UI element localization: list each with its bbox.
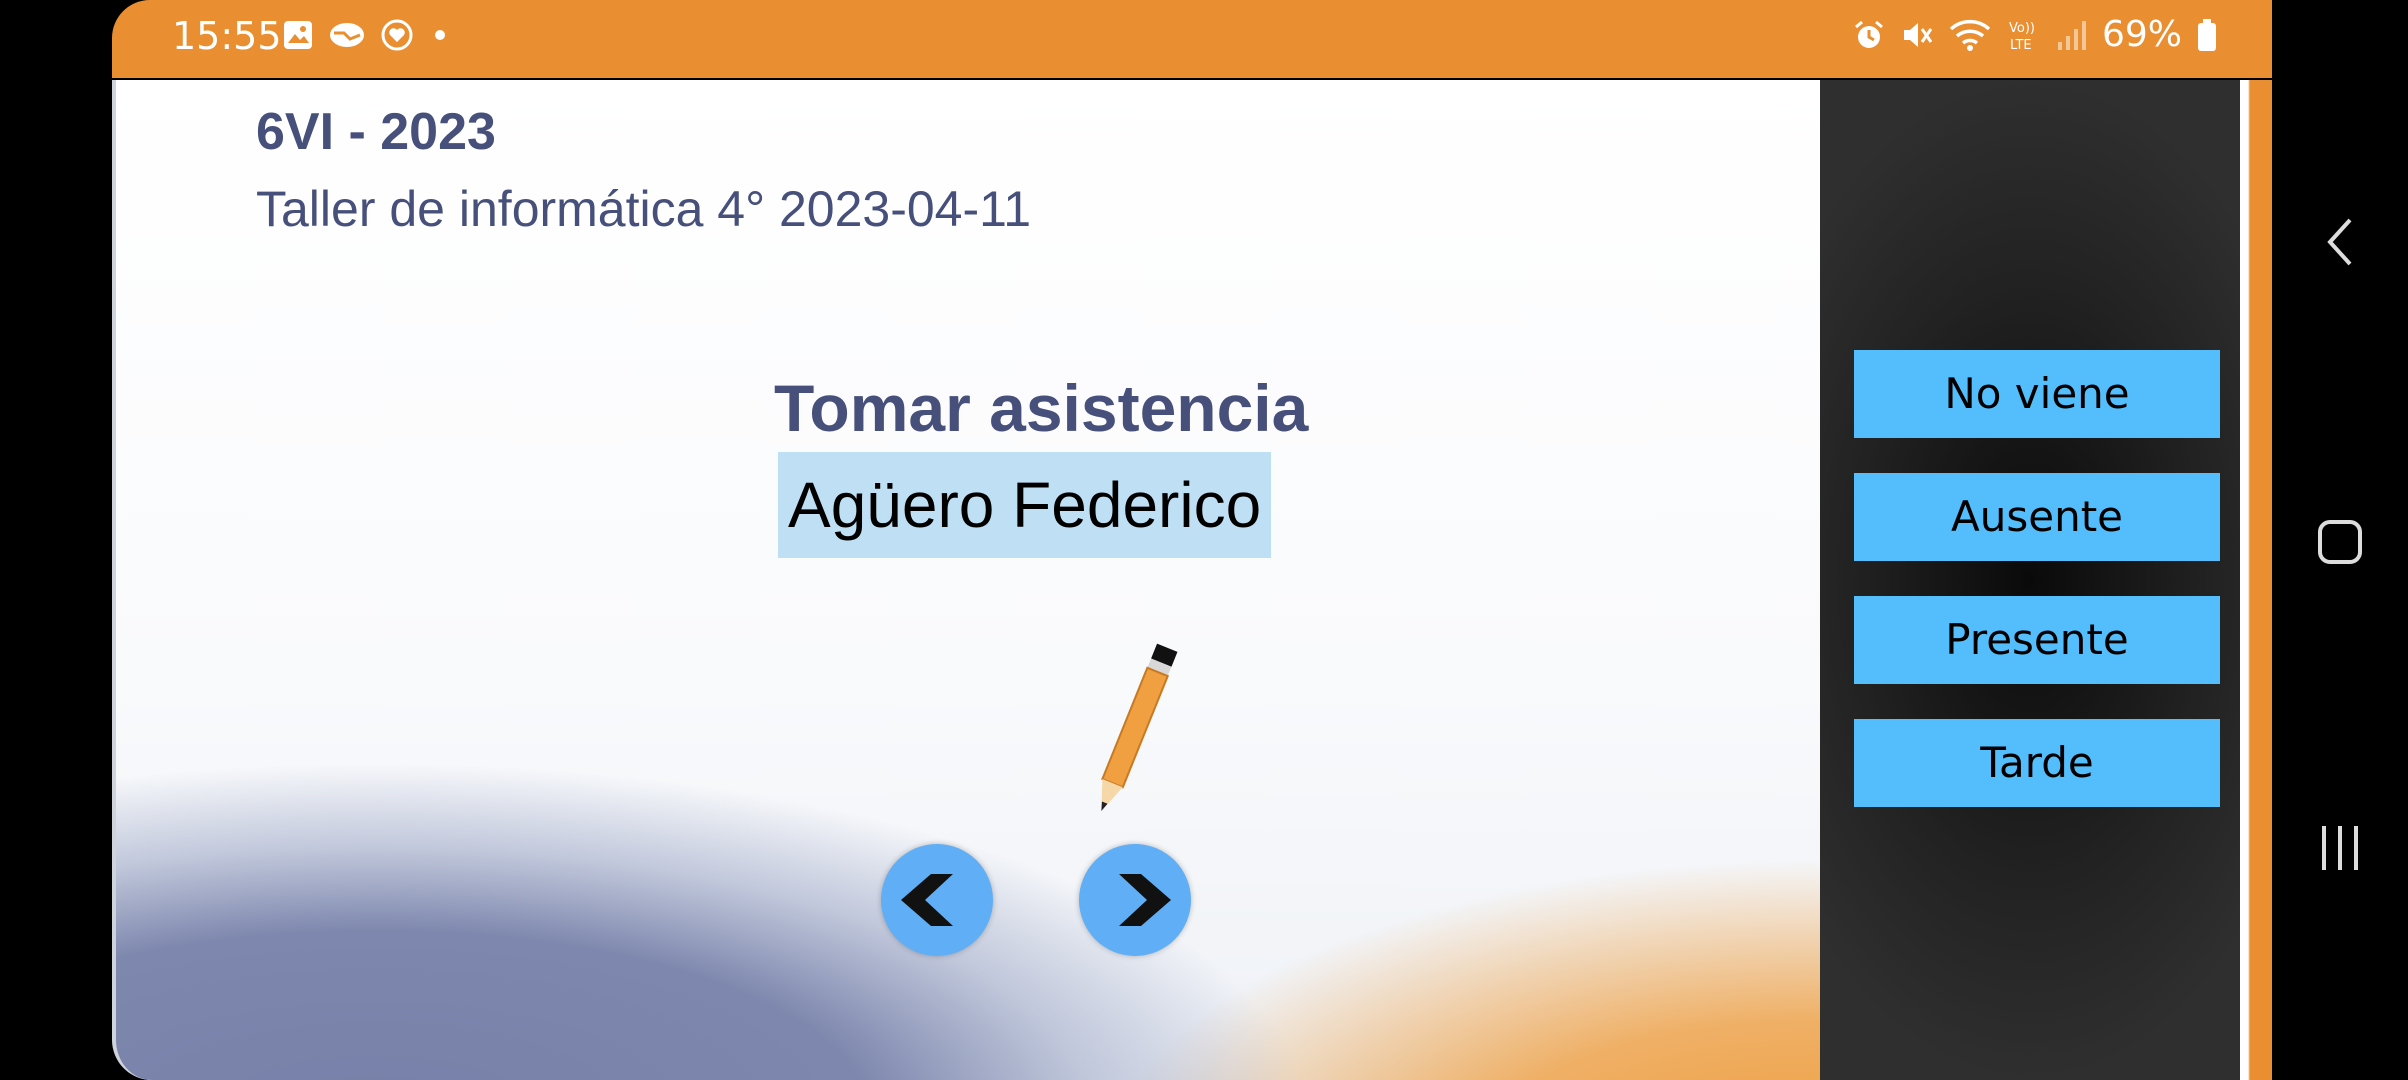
status-time: 15:55 <box>172 14 282 58</box>
page-title: Tomar asistencia <box>774 371 1309 445</box>
status-bar: 15:55 Vo)) LTE 69% <box>112 0 2272 78</box>
chevron-left-icon <box>901 874 953 926</box>
notification-icons <box>282 18 452 52</box>
recents-icon[interactable] <box>2316 822 2364 874</box>
heart-shield-icon <box>381 19 413 51</box>
home-icon[interactable] <box>2316 518 2364 566</box>
system-navigation-bar <box>2272 0 2408 1080</box>
panel-edge <box>2240 80 2276 1080</box>
attendance-options-panel: No viene Ausente Presente Tarde <box>1820 80 2240 1080</box>
presente-button[interactable]: Presente <box>1854 596 2220 684</box>
course-title: 6VI - 2023 <box>256 103 496 161</box>
mute-icon <box>1903 22 1933 47</box>
alarm-icon <box>1855 20 1883 48</box>
svg-text:LTE: LTE <box>2010 38 2032 53</box>
signal-icon <box>2057 20 2086 50</box>
back-icon[interactable] <box>2320 216 2360 268</box>
attendance-screen: 6VI - 2023 Taller de informática 4° 2023… <box>112 80 2276 1080</box>
battery-percent: 69% <box>2101 14 2182 55</box>
no-viene-button[interactable]: No viene <box>1854 350 2220 438</box>
next-student-button[interactable] <box>1079 844 1191 956</box>
battery-icon <box>2198 18 2216 51</box>
dot-icon <box>435 30 445 40</box>
volte-icon: Vo)) LTE <box>2009 21 2035 53</box>
handshake-icon <box>330 23 364 47</box>
ausente-button[interactable]: Ausente <box>1854 473 2220 561</box>
previous-student-button[interactable] <box>881 844 993 956</box>
system-status-icons: Vo)) LTE 69% <box>1852 14 2218 55</box>
svg-text:Vo)): Vo)) <box>2009 21 2035 36</box>
wifi-icon <box>1949 19 1991 51</box>
gallery-icon <box>284 21 312 49</box>
chevron-right-icon <box>1119 874 1171 926</box>
student-name: Agüero Federico <box>778 452 1272 558</box>
subject-date: Taller de informática 4° 2023-04-11 <box>256 181 1032 237</box>
tarde-button[interactable]: Tarde <box>1854 719 2220 807</box>
